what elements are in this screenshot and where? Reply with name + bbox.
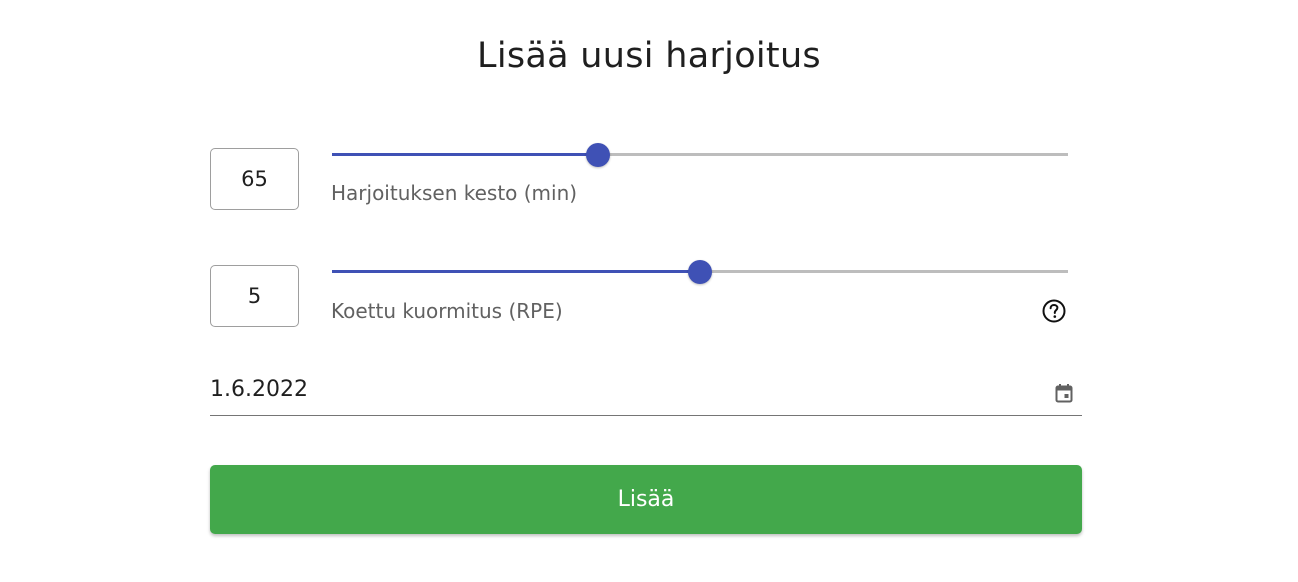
rpe-slider[interactable] [332,256,1068,286]
add-button[interactable]: Lisää [210,465,1082,534]
page-title: Lisää uusi harjoitus [477,36,821,76]
rpe-label: Koettu kuormitus (RPE) [331,299,563,323]
date-value: 1.6.2022 [210,377,308,402]
calendar-icon[interactable] [1054,383,1074,403]
duration-label: Harjoituksen kesto (min) [331,181,578,205]
duration-slider-track [332,153,599,156]
duration-input[interactable]: 65 [210,148,299,210]
rpe-input[interactable]: 5 [210,265,299,327]
duration-slider[interactable] [332,139,1068,169]
add-workout-page: Lisää uusi harjoitus 65 Harjoituksen kes… [0,0,1298,582]
rpe-slider-thumb[interactable] [688,260,712,284]
duration-slider-thumb[interactable] [586,143,611,167]
rpe-slider-track [332,270,700,273]
help-circle-icon[interactable] [1041,298,1067,324]
date-field[interactable]: 1.6.2022 [210,370,1082,416]
